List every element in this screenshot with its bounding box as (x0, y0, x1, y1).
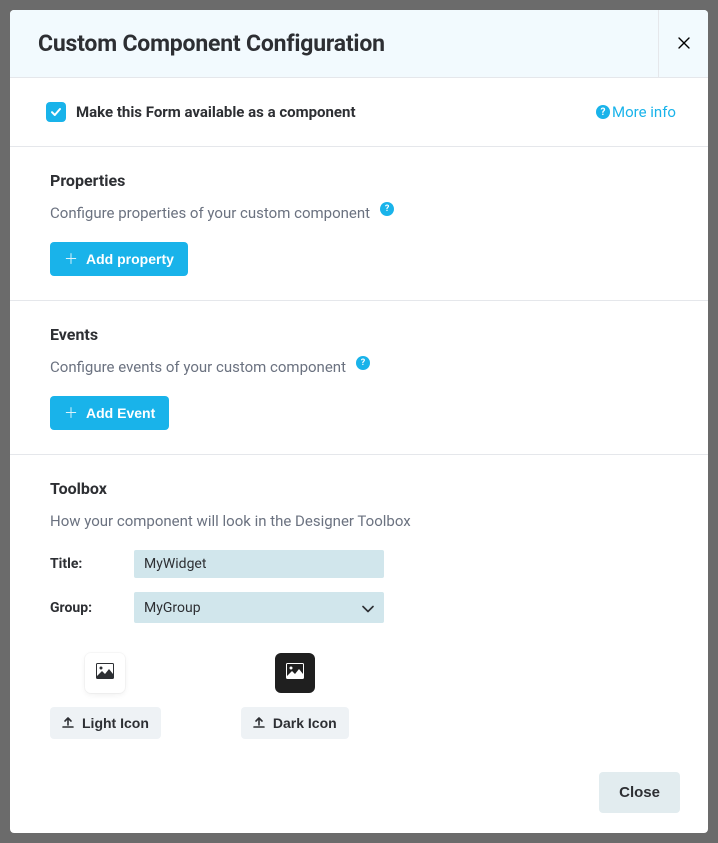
group-select-value: MyGroup (144, 600, 201, 616)
add-property-button[interactable]: ＋ Add property (50, 242, 188, 276)
question-icon[interactable]: ? (356, 356, 370, 370)
image-icon (96, 663, 114, 683)
enable-checkbox[interactable] (46, 102, 66, 122)
more-info-text: More info (612, 103, 676, 121)
light-icon-col: Light Icon (50, 653, 161, 739)
group-field-label: Group: (50, 600, 134, 616)
toolbox-title: Toolbox (50, 479, 676, 498)
title-field-row: Title: (50, 550, 676, 578)
events-section: Events Configure events of your custom c… (10, 300, 708, 454)
add-event-label: Add Event (86, 405, 155, 421)
config-modal: Custom Component Configuration Make this… (10, 10, 708, 833)
dark-icon-preview (275, 653, 315, 693)
dark-icon-label: Dark Icon (273, 715, 337, 731)
close-button[interactable]: Close (599, 772, 680, 813)
light-icon-label: Light Icon (82, 715, 149, 731)
add-property-label: Add property (86, 251, 174, 267)
light-icon-preview (85, 653, 125, 693)
title-field-label: Title: (50, 556, 134, 572)
question-icon: ? (596, 105, 610, 119)
group-field-row: Group: MyGroup (50, 592, 676, 623)
modal-title: Custom Component Configuration (10, 30, 413, 57)
toolbox-desc-row: How your component will look in the Desi… (50, 512, 676, 530)
question-icon[interactable]: ? (380, 202, 394, 216)
group-select[interactable]: MyGroup (134, 592, 384, 623)
plus-icon: ＋ (64, 252, 78, 266)
toolbox-section: Toolbox How your component will look in … (10, 454, 708, 752)
upload-icon (253, 715, 265, 731)
chevron-down-icon (362, 598, 374, 617)
add-event-button[interactable]: ＋ Add Event (50, 396, 169, 430)
toolbox-desc: How your component will look in the Desi… (50, 512, 411, 530)
more-info-link[interactable]: ? More info (596, 103, 676, 121)
image-icon (286, 663, 304, 683)
title-input[interactable] (134, 550, 384, 578)
plus-icon: ＋ (64, 406, 78, 420)
upload-icon (62, 715, 74, 731)
checkbox-row: Make this Form available as a component (46, 102, 356, 122)
properties-title: Properties (50, 171, 676, 190)
dark-icon-upload-button[interactable]: Dark Icon (241, 707, 349, 739)
enable-row: Make this Form available as a component … (10, 78, 708, 146)
close-x-button[interactable] (658, 10, 708, 77)
properties-desc-row: Configure properties of your custom comp… (50, 204, 676, 222)
enable-checkbox-label: Make this Form available as a component (76, 103, 356, 121)
light-icon-upload-button[interactable]: Light Icon (50, 707, 161, 739)
close-icon (678, 34, 690, 53)
icon-upload-row: Light Icon Dark Icon (50, 653, 676, 739)
check-icon (50, 103, 62, 122)
events-desc: Configure events of your custom componen… (50, 358, 346, 376)
events-desc-row: Configure events of your custom componen… (50, 358, 676, 376)
properties-section: Properties Configure properties of your … (10, 146, 708, 300)
modal-header: Custom Component Configuration (10, 10, 708, 78)
events-title: Events (50, 325, 676, 344)
properties-desc: Configure properties of your custom comp… (50, 204, 370, 222)
modal-body: Make this Form available as a component … (10, 78, 708, 752)
modal-footer: Close (10, 752, 708, 833)
dark-icon-col: Dark Icon (241, 653, 349, 739)
